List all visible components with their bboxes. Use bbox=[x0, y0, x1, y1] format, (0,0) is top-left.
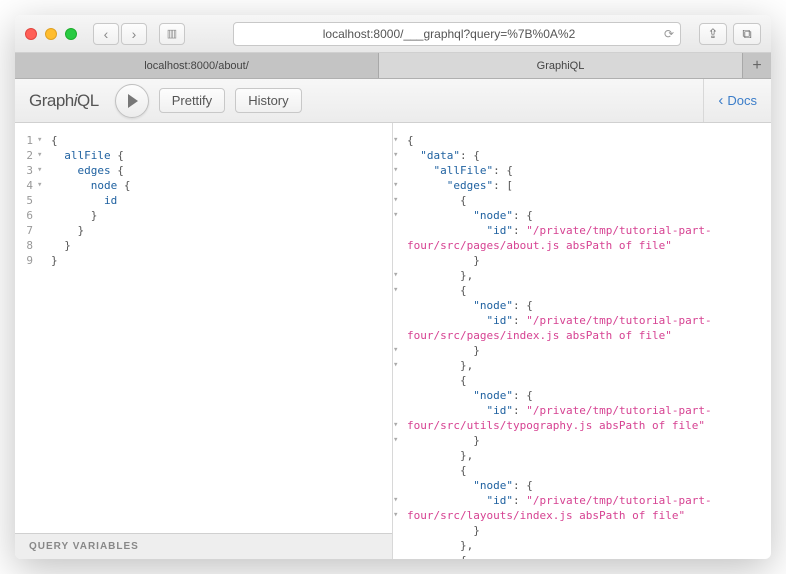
fold-gutter: ▾▾▾▾ bbox=[37, 123, 47, 533]
result-fold-gutter: ▾▾▾▾▾▾▾▾▾▾▾▾▾▾ bbox=[393, 123, 403, 559]
prettify-button[interactable]: Prettify bbox=[159, 88, 225, 113]
line-number-gutter: 123456789 bbox=[15, 123, 37, 533]
query-editor[interactable]: 123456789 ▾▾▾▾ { allFile { edges { node … bbox=[15, 123, 392, 533]
sidebar-toggle-button[interactable]: ▥ bbox=[159, 23, 185, 45]
editor-area: 123456789 ▾▾▾▾ { allFile { edges { node … bbox=[15, 123, 771, 559]
maximize-window-button[interactable] bbox=[65, 28, 77, 40]
share-button[interactable]: ⇪ bbox=[699, 23, 727, 45]
close-window-button[interactable] bbox=[25, 28, 37, 40]
play-icon bbox=[128, 94, 138, 108]
query-pane: 123456789 ▾▾▾▾ { allFile { edges { node … bbox=[15, 123, 393, 559]
browser-titlebar: ‹ › ▥ localhost:8000/___graphql?query=%7… bbox=[15, 15, 771, 53]
docs-toggle[interactable]: ‹ Docs bbox=[703, 79, 757, 122]
forward-button[interactable]: › bbox=[121, 23, 147, 45]
browser-window: ‹ › ▥ localhost:8000/___graphql?query=%7… bbox=[15, 15, 771, 559]
titlebar-right-buttons: ⇪ ⧉ bbox=[699, 23, 761, 45]
result-pane: ▾▾▾▾▾▾▾▾▾▾▾▾▾▾ { "data": { "allFile": { … bbox=[393, 123, 771, 559]
browser-tab-about[interactable]: localhost:8000/about/ bbox=[15, 53, 379, 78]
result-viewer: ▾▾▾▾▾▾▾▾▾▾▾▾▾▾ { "data": { "allFile": { … bbox=[393, 123, 771, 559]
tab-label: localhost:8000/about/ bbox=[144, 60, 249, 72]
tabs-icon: ⧉ bbox=[742, 26, 751, 42]
new-tab-button[interactable]: + bbox=[743, 53, 771, 78]
sidebar-icon: ▥ bbox=[167, 27, 177, 40]
browser-tab-bar: localhost:8000/about/ GraphiQL + bbox=[15, 53, 771, 79]
docs-label: Docs bbox=[727, 93, 757, 108]
query-variables-bar[interactable]: Query Variables bbox=[15, 533, 392, 559]
history-button[interactable]: History bbox=[235, 88, 301, 113]
execute-query-button[interactable] bbox=[115, 84, 149, 118]
chevron-left-icon: ‹ bbox=[718, 92, 723, 109]
window-controls bbox=[25, 28, 77, 40]
minimize-window-button[interactable] bbox=[45, 28, 57, 40]
share-icon: ⇪ bbox=[708, 26, 719, 42]
browser-tab-graphiql[interactable]: GraphiQL bbox=[379, 53, 743, 78]
tab-label: GraphiQL bbox=[537, 60, 585, 72]
tabs-button[interactable]: ⧉ bbox=[733, 23, 761, 45]
reload-icon[interactable]: ⟳ bbox=[664, 27, 674, 41]
query-code[interactable]: { allFile { edges { node { id } } }} bbox=[47, 123, 392, 533]
result-code: { "data": { "allFile": { "edges": [ { "n… bbox=[403, 123, 771, 559]
url-text: localhost:8000/___graphql?query=%7B%0A%2 bbox=[323, 27, 576, 41]
url-bar[interactable]: localhost:8000/___graphql?query=%7B%0A%2… bbox=[233, 22, 681, 46]
nav-button-group: ‹ › bbox=[93, 23, 147, 45]
back-button[interactable]: ‹ bbox=[93, 23, 119, 45]
graphiql-toolbar: GraphiQL Prettify History ‹ Docs bbox=[15, 79, 771, 123]
graphiql-logo: GraphiQL bbox=[29, 91, 99, 111]
